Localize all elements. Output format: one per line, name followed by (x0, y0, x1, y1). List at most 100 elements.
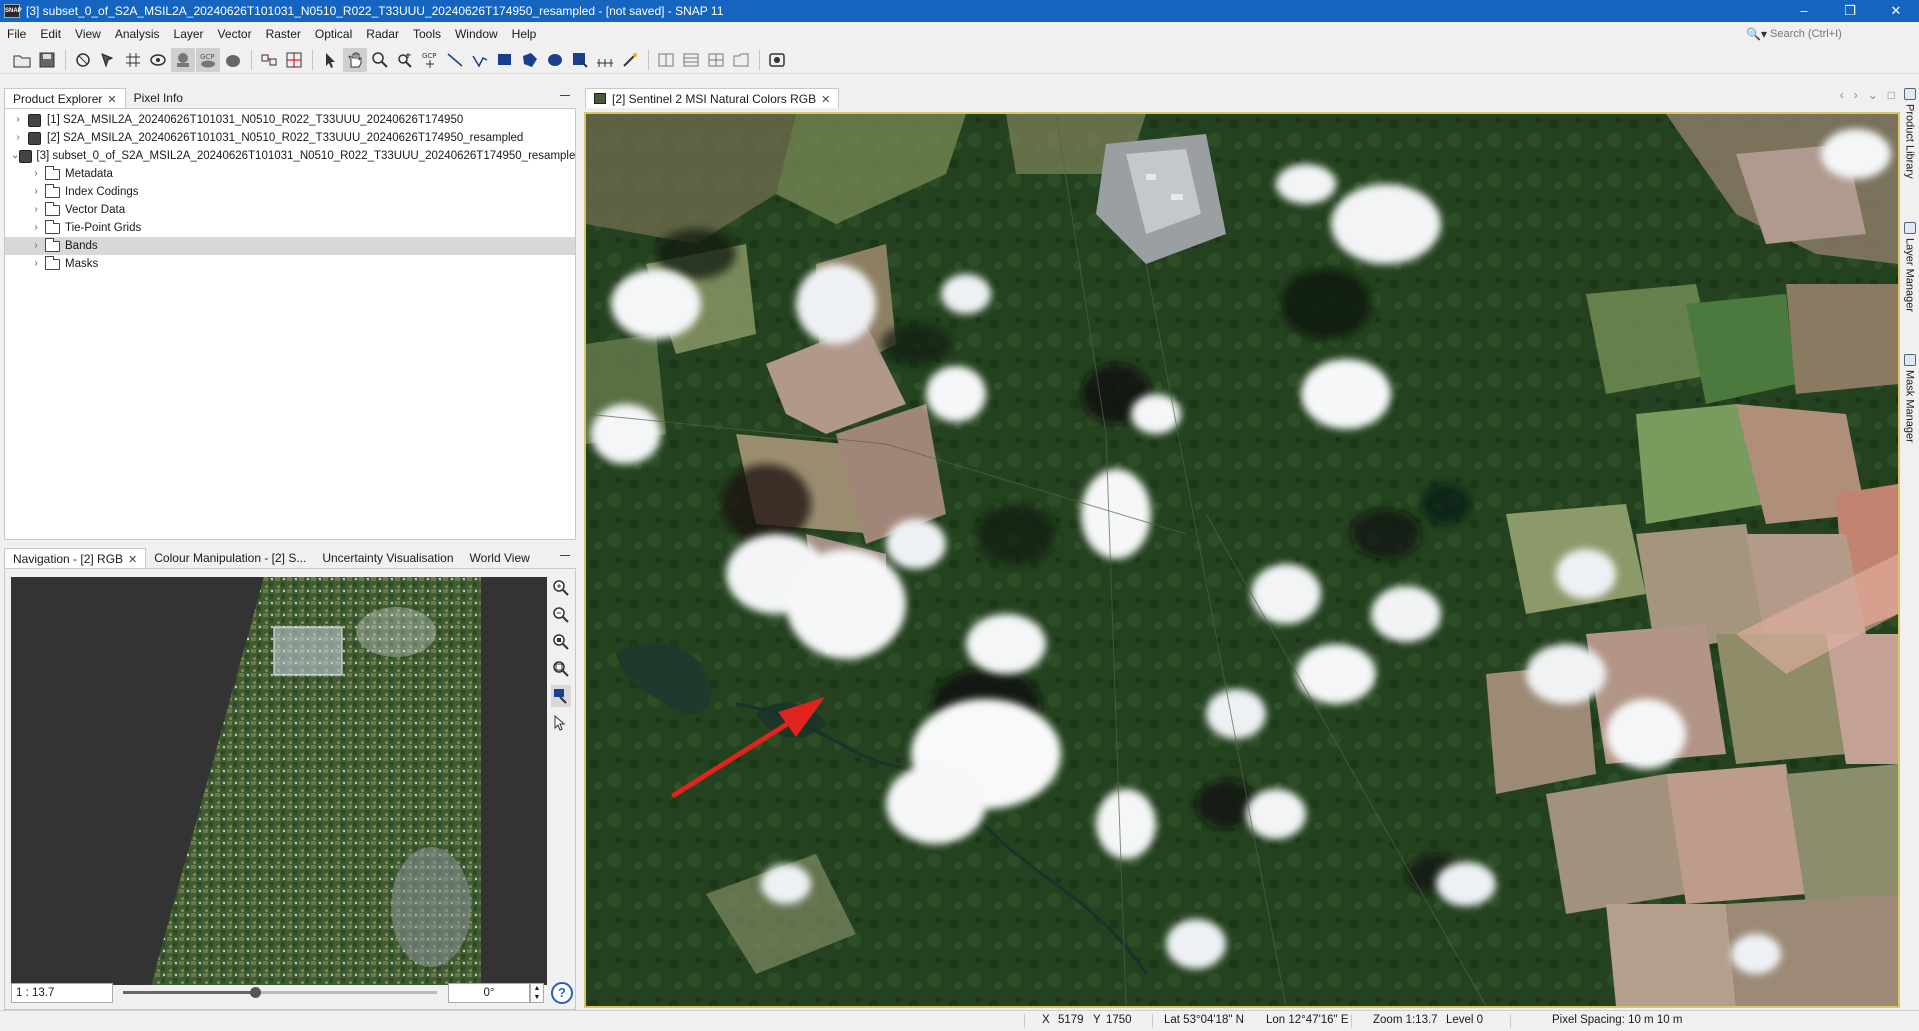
close-icon[interactable]: ✕ (821, 94, 830, 106)
zoom-gcp-icon[interactable] (393, 48, 417, 72)
menu-vector[interactable]: Vector (211, 22, 259, 46)
zoom-pixel-icon[interactable] (551, 631, 571, 653)
mask-manager-tab[interactable]: Mask Manager (1900, 354, 1919, 443)
minimize-panel-icon[interactable] (560, 554, 570, 556)
minimize-panel-icon[interactable] (560, 94, 570, 96)
pin-placing-icon[interactable] (171, 47, 195, 72)
select-tool-icon[interactable] (318, 48, 342, 72)
rectangle-tool-icon[interactable] (493, 48, 517, 72)
tree-folder-node[interactable]: › Metadata (5, 165, 575, 183)
search-box[interactable]: 🔍▾ (1746, 25, 1911, 43)
chevron-right-icon[interactable]: › (29, 237, 43, 255)
pan-tool-icon[interactable] (343, 47, 367, 72)
tree-folder-node[interactable]: › Vector Data (5, 201, 575, 219)
tile-single-icon[interactable] (729, 48, 753, 72)
tree-folder-node[interactable]: › Tie-Point Grids (5, 219, 575, 237)
chevron-right-icon[interactable]: › (29, 183, 43, 201)
rotation-field[interactable]: 0° (448, 983, 530, 1003)
search-input[interactable] (1770, 28, 1910, 40)
close-icon[interactable]: ✕ (107, 94, 116, 106)
tab-uncertainty-visualisation[interactable]: Uncertainty Visualisation (314, 548, 461, 568)
menu-analysis[interactable]: Analysis (108, 22, 167, 46)
menu-raster[interactable]: Raster (259, 22, 308, 46)
zoom-slider[interactable] (123, 987, 437, 998)
tree-folder-node[interactable]: › Index Codings (5, 183, 575, 201)
menu-edit[interactable]: Edit (33, 22, 68, 46)
status-latitude: Lat 53°04'18" N (1164, 1014, 1244, 1026)
navigation-overview-image[interactable] (11, 577, 547, 985)
tile-evenly-icon[interactable] (654, 48, 678, 72)
gcp-manager-icon[interactable] (282, 48, 306, 72)
tab-pixel-info[interactable]: Pixel Info (126, 88, 191, 108)
polygon-tool-icon[interactable] (518, 48, 542, 72)
tab-colour-manipulation[interactable]: Colour Manipulation - [2] S... (146, 548, 314, 568)
menu-tools[interactable]: Tools (406, 22, 448, 46)
tree-folder-node[interactable]: › Masks (5, 255, 575, 273)
close-icon[interactable]: ✕ (128, 554, 137, 566)
tree-product-node[interactable]: › [1] S2A_MSIL2A_20240626T101031_N0510_R0… (5, 111, 575, 129)
gcp-icon[interactable]: GCP (196, 47, 220, 72)
zoom-all-icon[interactable] (551, 658, 571, 680)
chevron-right-icon[interactable]: › (11, 129, 25, 147)
tab-world-view[interactable]: World View (462, 548, 538, 568)
tree-product-node[interactable]: › [2] S2A_MSIL2A_20240626T101031_N0510_R0… (5, 129, 575, 147)
range-gcp-icon[interactable]: GCP (418, 48, 442, 72)
pin-manager-icon[interactable] (257, 48, 281, 72)
menu-help[interactable]: Help (505, 22, 544, 46)
chevron-right-icon[interactable]: › (29, 219, 43, 237)
menu-optical[interactable]: Optical (308, 22, 359, 46)
menu-layer[interactable]: Layer (167, 22, 211, 46)
zoom-tool-icon[interactable] (368, 48, 392, 72)
sync-cursor-icon[interactable] (551, 712, 571, 734)
sync-views-nav-icon[interactable] (551, 685, 571, 707)
tab-product-explorer[interactable]: Product Explorer ✕ (4, 88, 126, 108)
polyline-tool-icon[interactable] (468, 48, 492, 72)
chevron-right-icon[interactable]: › (11, 111, 25, 129)
save-product-icon[interactable] (35, 48, 59, 72)
image-view-canvas[interactable] (584, 112, 1900, 1008)
zoom-out-icon[interactable] (551, 604, 571, 626)
maximize-icon[interactable]: □ (1888, 88, 1895, 102)
measure-tool-icon[interactable] (593, 48, 617, 72)
chevron-down-icon[interactable]: ⌄ (11, 147, 19, 165)
world-map-icon[interactable] (221, 48, 245, 72)
menu-radar[interactable]: Radar (359, 22, 406, 46)
minimize-window-button[interactable]: – (1781, 0, 1827, 22)
close-window-button[interactable]: ✕ (1873, 0, 1919, 22)
tile-horizontal-icon[interactable] (679, 48, 703, 72)
tab-navigation[interactable]: Navigation - [2] RGB ✕ (4, 548, 147, 568)
search-icon: 🔍▾ (1746, 27, 1767, 41)
restore-window-button[interactable]: ❐ (1827, 0, 1873, 22)
tree-folder-node[interactable]: › Bands (5, 237, 575, 255)
line-tool-icon[interactable] (443, 48, 467, 72)
menu-window[interactable]: Window (448, 22, 505, 46)
sync-views-icon[interactable] (765, 48, 789, 72)
viewport-rectangle[interactable] (273, 626, 343, 676)
scale-field[interactable]: 1 : 13.7 (11, 983, 113, 1003)
menu-view[interactable]: View (68, 22, 108, 46)
chevron-right-icon[interactable]: › (29, 255, 43, 273)
magic-wand-icon[interactable] (618, 48, 642, 72)
tab-image-view[interactable]: [2] Sentinel 2 MSI Natural Colors RGB ✕ (585, 88, 840, 108)
chevron-right-icon[interactable]: › (29, 165, 43, 183)
chevron-down-icon[interactable]: ⌄ (1868, 88, 1878, 102)
scroll-right-icon[interactable]: › (1854, 88, 1858, 102)
scroll-left-icon[interactable]: ‹ (1840, 88, 1844, 102)
ellipse-tool-icon[interactable] (543, 48, 567, 72)
graticule-icon[interactable] (121, 48, 145, 72)
rotation-spinner[interactable]: ▲ ▼ (530, 983, 544, 1003)
tree-product-node[interactable]: ⌄ [3] subset_0_of_S2A_MSIL2A_20240626T101… (5, 147, 575, 165)
zoom-slider-knob[interactable] (249, 987, 261, 998)
help-icon[interactable]: ? (551, 982, 573, 1004)
product-library-tab[interactable]: Product Library (1900, 88, 1919, 179)
range-finder-icon[interactable] (568, 48, 592, 72)
open-product-icon[interactable] (10, 48, 34, 72)
zoom-in-icon[interactable] (551, 577, 571, 599)
layer-icon[interactable] (146, 48, 170, 72)
layer-manager-tab[interactable]: Layer Manager (1900, 222, 1919, 312)
menu-file[interactable]: File (0, 22, 33, 46)
pin-icon[interactable] (96, 48, 120, 72)
tile-vertical-icon[interactable] (704, 48, 728, 72)
band-maths-icon[interactable] (71, 48, 95, 72)
chevron-right-icon[interactable]: › (29, 201, 43, 219)
